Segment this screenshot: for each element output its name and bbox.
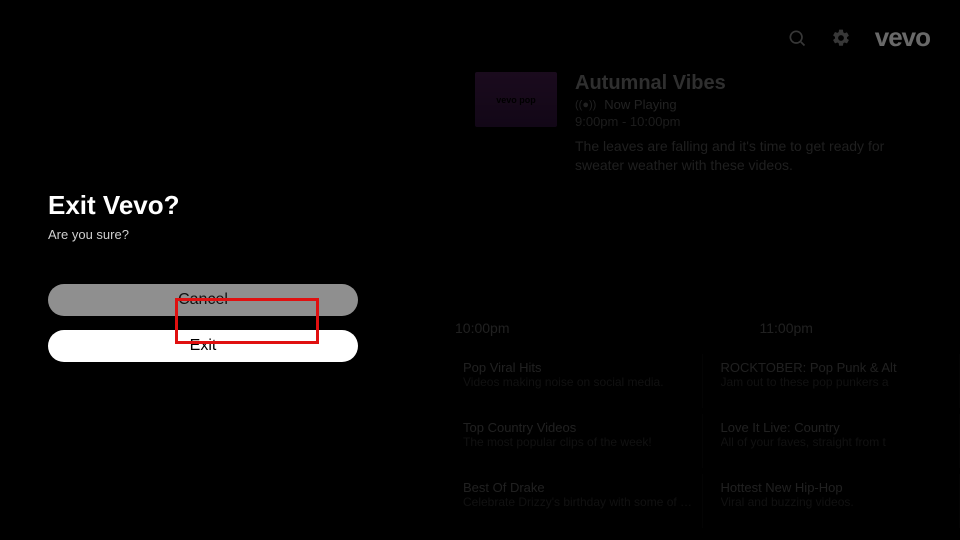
exit-button[interactable]: Exit — [48, 330, 358, 362]
cancel-button[interactable]: Cancel — [48, 284, 358, 316]
exit-dialog: Exit Vevo? Are you sure? Cancel Exit — [48, 190, 388, 362]
dialog-subtitle: Are you sure? — [48, 227, 388, 242]
dialog-title: Exit Vevo? — [48, 190, 388, 221]
app-root: vevo vevo pop Autumnal Vibes ((●)) Now P… — [0, 0, 960, 540]
